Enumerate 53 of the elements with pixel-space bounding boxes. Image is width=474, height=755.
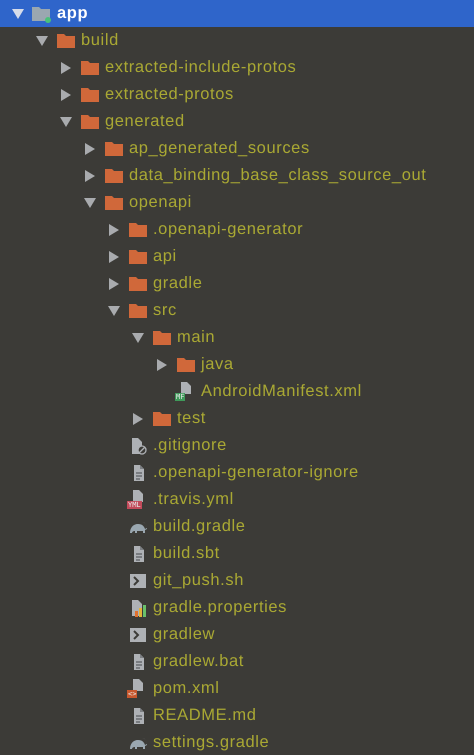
item-label: pom.xml xyxy=(153,679,220,698)
tree-row[interactable]: settings.gradle xyxy=(0,729,474,755)
tree-row[interactable]: extracted-include-protos xyxy=(0,54,474,81)
item-label: extracted-include-protos xyxy=(105,58,296,77)
item-label: build.gradle xyxy=(153,517,246,536)
item-label: data_binding_base_class_source_out xyxy=(129,166,426,185)
tree-row[interactable]: .openapi-generator xyxy=(0,216,474,243)
tree-row[interactable]: data_binding_base_class_source_out xyxy=(0,162,474,189)
tree-row[interactable]: gradlew.bat xyxy=(0,648,474,675)
item-label: gradlew xyxy=(153,625,215,644)
item-label: api xyxy=(153,247,177,266)
item-label: main xyxy=(177,328,216,347)
tree-row[interactable]: gradle.properties xyxy=(0,594,474,621)
tree-row[interactable]: main xyxy=(0,324,474,351)
item-label: extracted-protos xyxy=(105,85,234,104)
item-label: generated xyxy=(105,112,185,131)
item-label: README.md xyxy=(153,706,256,725)
item-label: ap_generated_sources xyxy=(129,139,310,158)
tree-row[interactable]: gradlew xyxy=(0,621,474,648)
item-label: app xyxy=(57,4,88,23)
item-label: src xyxy=(153,301,177,320)
item-label: AndroidManifest.xml xyxy=(201,382,362,401)
item-label: gradlew.bat xyxy=(153,652,244,671)
item-label: gradle xyxy=(153,274,202,293)
tree-row[interactable]: openapi xyxy=(0,189,474,216)
item-label: settings.gradle xyxy=(153,733,270,752)
tree-row[interactable]: gradle xyxy=(0,270,474,297)
tree-row[interactable]: java xyxy=(0,351,474,378)
tree-row[interactable]: app xyxy=(0,0,474,27)
item-label: .openapi-generator-ignore xyxy=(153,463,359,482)
item-label: git_push.sh xyxy=(153,571,244,590)
item-label: build xyxy=(81,31,119,50)
item-label: .openapi-generator xyxy=(153,220,304,239)
tree-row[interactable]: build xyxy=(0,27,474,54)
item-label: java xyxy=(201,355,234,374)
tree-row[interactable]: .gitignore xyxy=(0,432,474,459)
tree-row[interactable]: src xyxy=(0,297,474,324)
tree-row[interactable]: ap_generated_sources xyxy=(0,135,474,162)
tree-row[interactable]: api xyxy=(0,243,474,270)
item-label: gradle.properties xyxy=(153,598,288,617)
item-label: openapi xyxy=(129,193,192,212)
tree-row[interactable]: test xyxy=(0,405,474,432)
item-label: test xyxy=(177,409,206,428)
tree-row[interactable]: build.gradle xyxy=(0,513,474,540)
tree-row[interactable]: generated xyxy=(0,108,474,135)
item-label: .gitignore xyxy=(153,436,227,455)
tree-row[interactable]: README.md xyxy=(0,702,474,729)
item-label: .travis.yml xyxy=(153,490,234,509)
tree-row[interactable]: build.sbt xyxy=(0,540,474,567)
tree-row[interactable]: extracted-protos xyxy=(0,81,474,108)
item-label: build.sbt xyxy=(153,544,220,563)
tree-row[interactable]: git_push.sh xyxy=(0,567,474,594)
tree-row[interactable]: .openapi-generator-ignore xyxy=(0,459,474,486)
